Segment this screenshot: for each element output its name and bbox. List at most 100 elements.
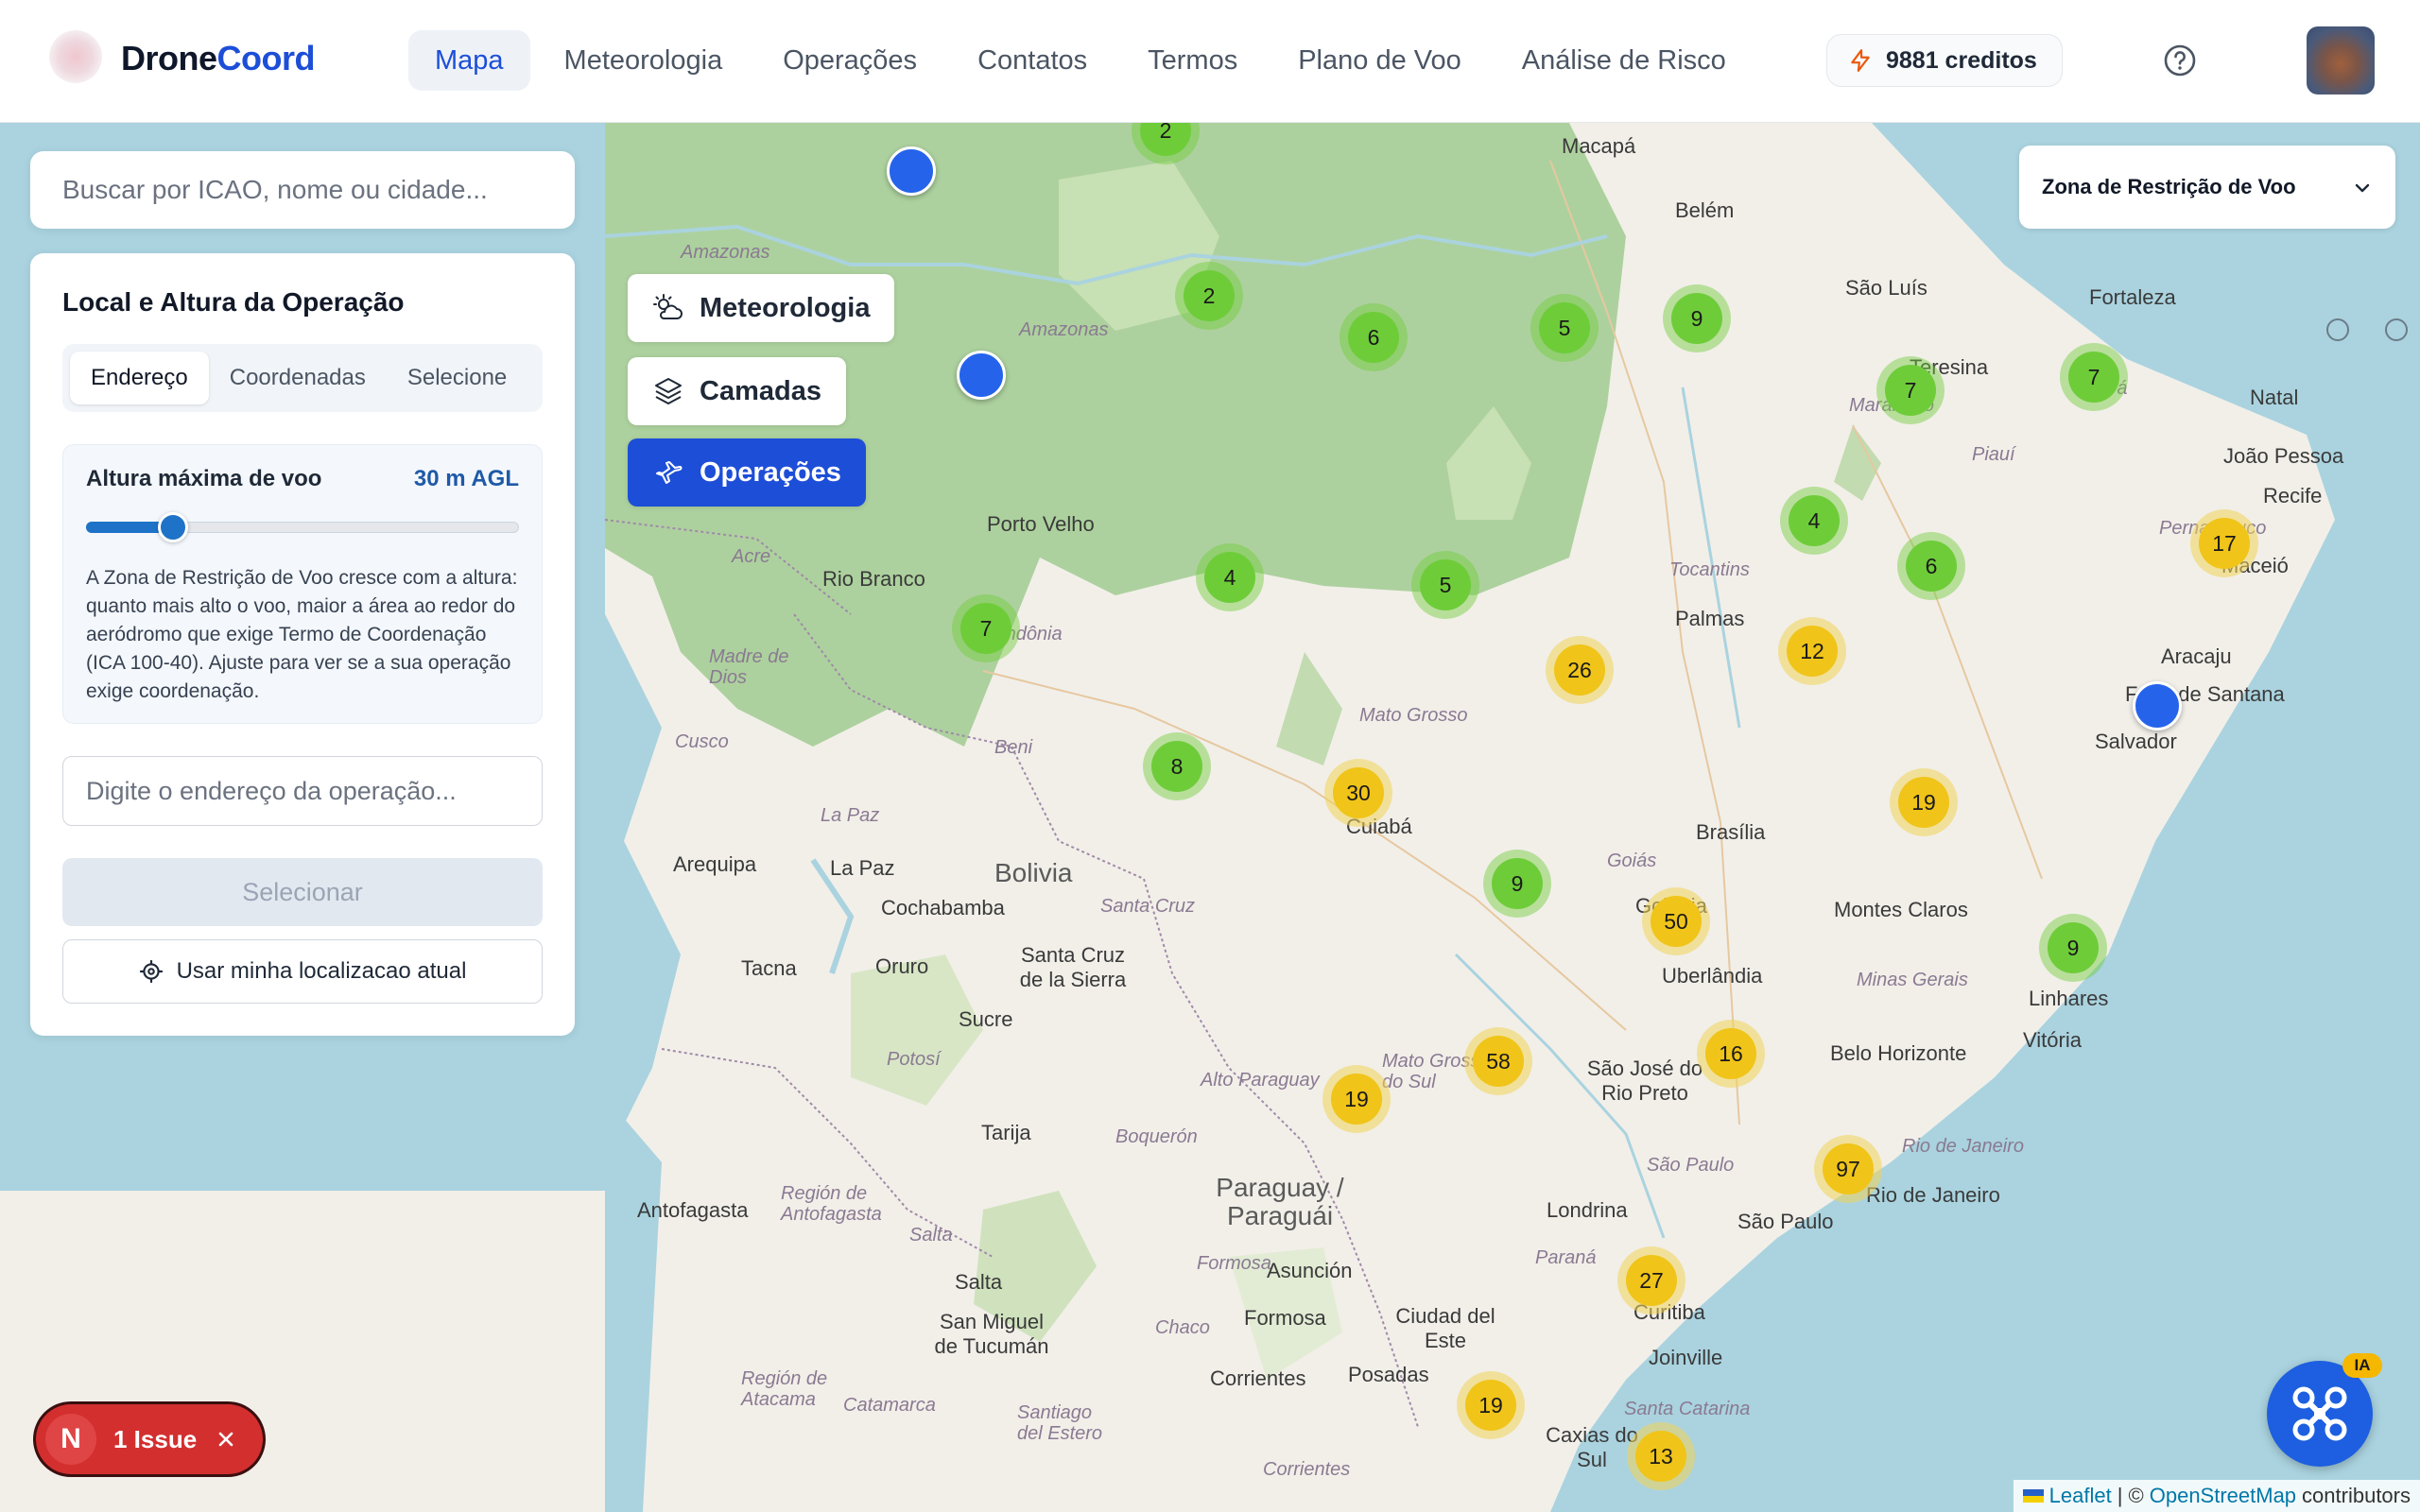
- map-label-city: Joinville: [1649, 1346, 1723, 1369]
- map-cluster[interactable]: 4: [1780, 487, 1848, 555]
- operation-panel: Local e Altura da Operação Endereço Coor…: [30, 253, 575, 1036]
- map-cluster[interactable]: 27: [1617, 1246, 1685, 1314]
- tab-coordenadas[interactable]: Coordenadas: [209, 352, 387, 404]
- use-location-button[interactable]: Usar minha localizacao atual: [62, 939, 543, 1004]
- issues-badge[interactable]: N 1 Issue: [36, 1404, 263, 1474]
- map-cluster[interactable]: 7: [2060, 343, 2128, 411]
- credits-badge[interactable]: 9881 creditos: [1826, 34, 2063, 87]
- map-label-city: Palmas: [1675, 607, 1745, 630]
- map-cluster[interactable]: 6: [1897, 532, 1965, 600]
- weather-button[interactable]: Meteorologia: [628, 274, 895, 342]
- altitude-slider[interactable]: [86, 512, 519, 542]
- map-cluster[interactable]: 19: [1322, 1065, 1391, 1133]
- layers-button[interactable]: Camadas: [628, 357, 846, 425]
- map-cluster[interactable]: 26: [1546, 636, 1614, 704]
- address-input[interactable]: [63, 757, 542, 825]
- close-icon[interactable]: [216, 1429, 236, 1450]
- map-label-city: Belo Horizonte: [1830, 1041, 1967, 1065]
- map-cluster[interactable]: 50: [1642, 887, 1710, 955]
- tab-selecione[interactable]: Selecione: [387, 352, 527, 404]
- nav-item-termos[interactable]: Termos: [1121, 30, 1264, 91]
- tab-endereco[interactable]: Endereço: [70, 352, 209, 404]
- map-label-state: Chaco: [1155, 1317, 1210, 1338]
- layers-icon: [655, 378, 682, 404]
- select-button[interactable]: Selecionar: [62, 858, 543, 926]
- map-label-state: Salta: [909, 1225, 953, 1246]
- map-cluster[interactable]: 9: [2039, 914, 2107, 982]
- map-label-state: Amazonas: [681, 242, 770, 263]
- map-label-city: Rio Branco: [822, 567, 925, 591]
- user-avatar[interactable]: [2307, 26, 2375, 94]
- map-label-state: São Paulo: [1647, 1155, 1735, 1176]
- map-label-city: Arequipa: [673, 852, 757, 876]
- map-label-city: Recife: [2263, 484, 2323, 507]
- map-label-city: Rio de Janeiro: [1866, 1183, 2000, 1207]
- map-label-state: Minas Gerais: [1857, 970, 1968, 990]
- airport-search-input[interactable]: [30, 151, 575, 229]
- map-cluster[interactable]: 5: [1411, 551, 1479, 619]
- issues-logo-icon: N: [45, 1414, 96, 1465]
- brand-logo-icon[interactable]: [49, 30, 102, 83]
- slider-thumb[interactable]: [157, 512, 188, 542]
- map-cluster[interactable]: 6: [1340, 303, 1408, 371]
- operations-button[interactable]: Operações: [628, 438, 866, 507]
- zone-type-dropdown[interactable]: Zona de Restrição de Voo: [2019, 146, 2395, 229]
- map-label-state: Beni: [994, 737, 1033, 758]
- sun-cloud-icon: [653, 294, 683, 319]
- map-label-city: La Paz: [830, 856, 895, 880]
- nav-item-plano-de-voo[interactable]: Plano de Voo: [1271, 30, 1488, 91]
- map-cluster[interactable]: 19: [1890, 768, 1958, 836]
- map-label-state: Cusco: [675, 731, 729, 752]
- map-label-state: Alto Paraguay: [1201, 1070, 1320, 1091]
- map-ring-marker[interactable]: [2326, 318, 2349, 341]
- map-label-city: Antofagasta: [637, 1198, 749, 1222]
- map-cluster[interactable]: 97: [1814, 1135, 1882, 1203]
- map-cluster[interactable]: 8: [1143, 732, 1211, 800]
- map-label-city: Linhares: [2029, 987, 2109, 1010]
- nav-item-meteorologia[interactable]: Meteorologia: [538, 30, 750, 91]
- nav-item-contatos[interactable]: Contatos: [951, 30, 1114, 91]
- map-label-city: São Paulo: [1737, 1210, 1834, 1233]
- map-cluster[interactable]: 9: [1483, 850, 1551, 918]
- map-cluster[interactable]: 12: [1778, 617, 1846, 685]
- map-point-marker[interactable]: [2133, 681, 2182, 730]
- map-cluster[interactable]: 19: [1457, 1371, 1525, 1439]
- map-cluster[interactable]: 17: [2190, 509, 2258, 577]
- map-label-city: São José do Rio Preto: [1586, 1057, 1703, 1105]
- map-point-marker[interactable]: [887, 146, 936, 196]
- map-cluster[interactable]: 9: [1663, 284, 1731, 352]
- help-icon[interactable]: [2161, 42, 2199, 79]
- map-label-city: Posadas: [1348, 1363, 1429, 1386]
- map-label-city: Sucre: [959, 1007, 1013, 1031]
- nav-item-mapa[interactable]: Mapa: [408, 30, 530, 91]
- altitude-help-text: A Zona de Restrição de Voo cresce com a …: [86, 567, 518, 702]
- attribution-separator: | ©: [2117, 1484, 2144, 1507]
- map-cluster[interactable]: 5: [1530, 294, 1599, 362]
- osm-link[interactable]: OpenStreetMap: [2150, 1484, 2296, 1508]
- leaflet-link[interactable]: Leaflet: [2049, 1484, 2112, 1508]
- brand-name[interactable]: DroneCoord: [121, 39, 316, 78]
- map-label-city: Macapá: [1562, 134, 1636, 158]
- location-mode-tabs: Endereço Coordenadas Selecione: [62, 344, 543, 412]
- map-label-state: Goiás: [1607, 850, 1657, 871]
- map-attribution: Leaflet | © OpenStreetMap contributors: [2013, 1480, 2420, 1512]
- nav-item-operacoes[interactable]: Operações: [756, 30, 943, 91]
- weather-button-label: Meteorologia: [700, 292, 871, 323]
- map-cluster[interactable]: 7: [952, 594, 1020, 662]
- map-cluster[interactable]: 16: [1697, 1020, 1765, 1088]
- map-label-city: Natal: [2250, 386, 2299, 409]
- map-cluster[interactable]: 7: [1876, 356, 1945, 424]
- map-ring-marker[interactable]: [2385, 318, 2408, 341]
- map-cluster[interactable]: 30: [1324, 759, 1392, 827]
- map-cluster[interactable]: 4: [1196, 543, 1264, 611]
- map-label-state: Boquerón: [1115, 1126, 1198, 1147]
- nav-item-analise-de-risco[interactable]: Análise de Risco: [1495, 30, 1753, 91]
- map-cluster[interactable]: 2: [1175, 262, 1243, 330]
- map-cluster[interactable]: 58: [1464, 1027, 1532, 1095]
- map-label-city: Salta: [955, 1270, 1003, 1294]
- map-label-state: Santa Cruz: [1100, 896, 1196, 917]
- map-cluster[interactable]: 13: [1627, 1422, 1695, 1490]
- map-point-marker[interactable]: [957, 351, 1006, 400]
- altitude-value: 30 m AGL: [413, 466, 519, 491]
- map-label-city: Montes Claros: [1834, 898, 1968, 921]
